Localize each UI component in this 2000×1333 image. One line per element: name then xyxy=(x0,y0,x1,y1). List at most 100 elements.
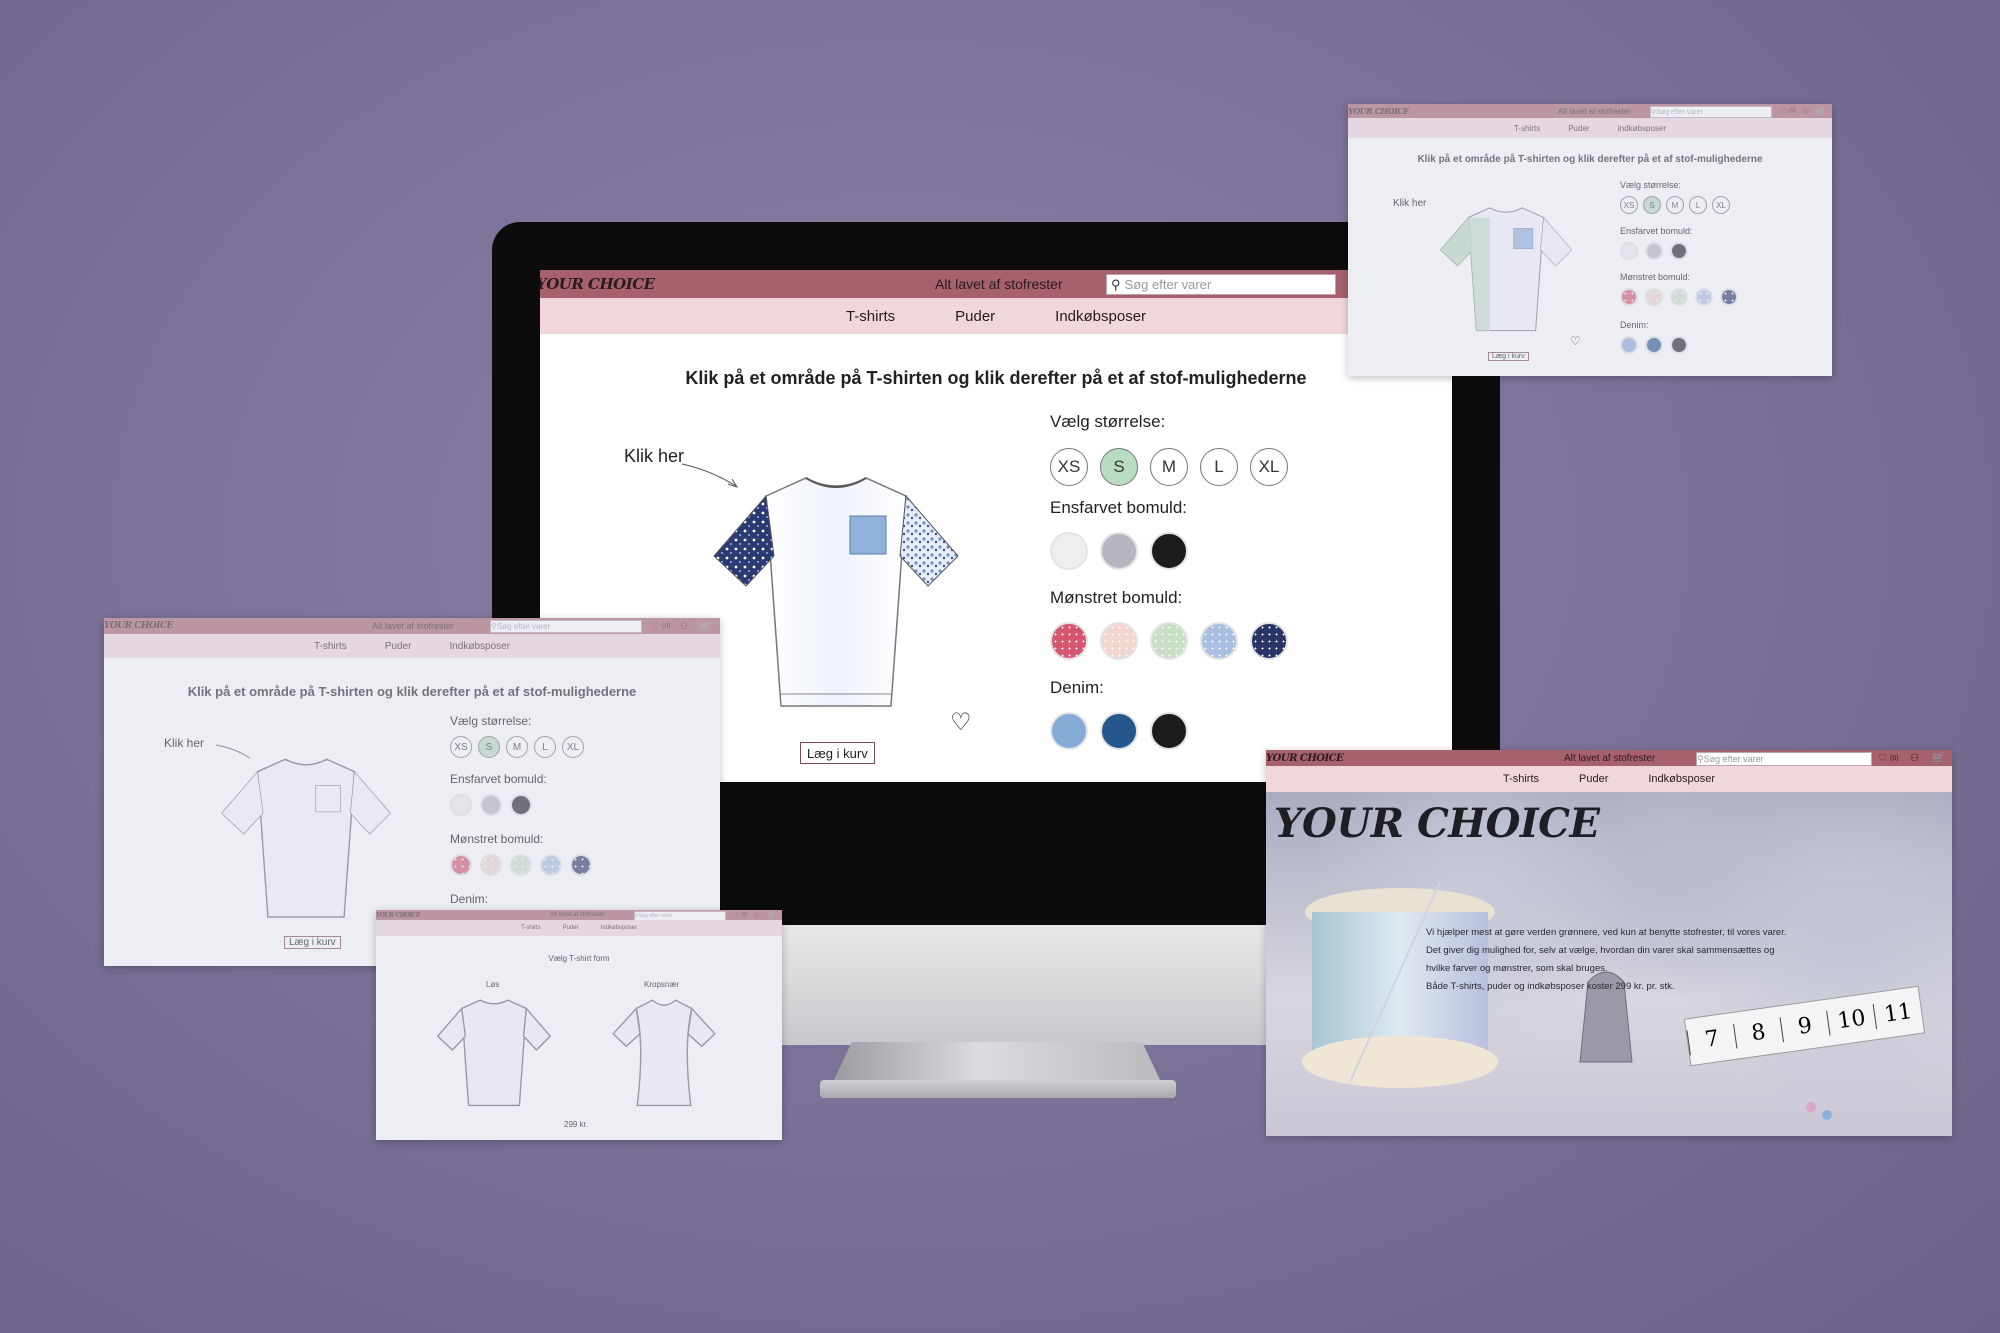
plain-fabric-swatch[interactable] xyxy=(480,794,502,816)
size-options: XS S M L XL xyxy=(1620,196,1730,214)
form-option-loose[interactable]: Løs xyxy=(486,980,499,989)
size-option-xs[interactable]: XS xyxy=(1620,196,1638,214)
pattern-fabric-swatch[interactable] xyxy=(510,854,532,876)
form-option-fitted[interactable]: Kropsnær xyxy=(644,980,679,989)
size-option-s[interactable]: S xyxy=(1100,448,1138,486)
denim-swatches xyxy=(1620,336,1688,354)
size-option-xs[interactable]: XS xyxy=(450,736,472,758)
size-option-m[interactable]: M xyxy=(1150,448,1188,486)
pattern-fabric-swatch[interactable] xyxy=(1645,288,1663,306)
add-to-cart-button: Læg i kurv xyxy=(284,936,341,949)
pin-head-icon xyxy=(1806,1102,1816,1112)
monitor-stand xyxy=(832,1042,1162,1084)
heart-icon: ♡ xyxy=(652,620,661,631)
denim-fabric-swatch[interactable] xyxy=(1620,336,1638,354)
search-input[interactable]: ⚲ Søg efter varer xyxy=(1106,274,1336,295)
cart-icon: 🛒 xyxy=(1816,106,1826,116)
pattern-fabric-swatch[interactable] xyxy=(1720,288,1738,306)
wishlist-heart-icon[interactable]: ♡ xyxy=(950,708,972,737)
size-label: Vælg størrelse: xyxy=(1050,412,1166,431)
size-option-m[interactable]: M xyxy=(1666,196,1684,214)
pattern-fabric-swatch[interactable] xyxy=(480,854,502,876)
nav-tshirts: T-shirts xyxy=(313,640,347,652)
tshirt-preview xyxy=(221,758,391,918)
pattern-fabric-swatch[interactable] xyxy=(1670,288,1688,306)
pattern-fabric-swatch[interactable] xyxy=(450,854,472,876)
logo: YOUR CHOICE xyxy=(1266,752,1344,764)
search-input[interactable]: ⚲ Søg efter varer xyxy=(1696,752,1872,766)
size-option-l[interactable]: L xyxy=(1200,448,1238,486)
pattern-fabric-swatch[interactable] xyxy=(1050,622,1088,660)
plain-label: Ensfarvet bomuld: xyxy=(1620,226,1693,236)
nav-puder: Puder xyxy=(562,925,579,931)
nav-indkobsposer: Indkøbsposer xyxy=(1648,773,1716,785)
plain-fabric-swatch[interactable] xyxy=(1620,242,1638,260)
nav-indkobsposer: Indkøbsposer xyxy=(449,640,511,652)
size-label: Vælg størrelse: xyxy=(1620,180,1682,190)
measuring-tape: 7 8 9 10 11 xyxy=(1683,985,1926,1067)
pattern-fabric-swatch[interactable] xyxy=(1250,622,1288,660)
pattern-label: Mønstret bomuld: xyxy=(450,832,544,846)
pattern-fabric-swatch[interactable] xyxy=(570,854,592,876)
wishlist-count: (0) xyxy=(1789,108,1797,114)
customizer-title: Klik på et område på T-shirten og klik d… xyxy=(187,684,637,699)
pattern-fabric-swatch[interactable] xyxy=(540,854,562,876)
search-input[interactable]: ⚲ Søg efter varer xyxy=(490,620,642,633)
plain-fabric-swatch[interactable] xyxy=(1050,532,1088,570)
plain-label: Ensfarvet bomuld: xyxy=(450,772,547,786)
search-placeholder: Søg efter varer xyxy=(1656,108,1703,116)
size-option-s[interactable]: S xyxy=(478,736,500,758)
size-label: Vælg størrelse: xyxy=(450,714,532,728)
denim-fabric-swatch[interactable] xyxy=(1100,712,1138,750)
size-option-s[interactable]: S xyxy=(1643,196,1661,214)
monitor-foot xyxy=(820,1080,1176,1098)
size-option-l[interactable]: L xyxy=(534,736,556,758)
denim-fabric-swatch[interactable] xyxy=(1150,712,1188,750)
cart-icon: 🛒 xyxy=(700,620,712,631)
search-input[interactable]: ⚲ Søg efter varer xyxy=(1650,106,1772,118)
size-option-xl[interactable]: XL xyxy=(562,736,584,758)
denim-fabric-swatch[interactable] xyxy=(1670,336,1688,354)
size-option-l[interactable]: L xyxy=(1689,196,1707,214)
size-option-xl[interactable]: XL xyxy=(1712,196,1730,214)
top-bar: YOUR CHOICE Alt lavet af stofrester ⚲ Sø… xyxy=(540,270,1452,298)
nav-tshirts: T-shirts xyxy=(520,925,541,931)
click-hint: Klik her xyxy=(1393,198,1427,209)
pattern-fabric-swatch[interactable] xyxy=(1150,622,1188,660)
plain-fabric-swatch[interactable] xyxy=(1645,242,1663,260)
tape-number: 10 xyxy=(1826,1003,1877,1036)
click-hint: Klik her xyxy=(624,446,685,466)
plain-fabric-swatch[interactable] xyxy=(1670,242,1688,260)
denim-fabric-swatch[interactable] xyxy=(1645,336,1663,354)
user-icon: ⚇ xyxy=(1910,752,1919,764)
pattern-fabric-swatch[interactable] xyxy=(1100,622,1138,660)
pattern-fabric-swatch[interactable] xyxy=(1620,288,1638,306)
size-option-m[interactable]: M xyxy=(506,736,528,758)
tape-number: 9 xyxy=(1779,1010,1830,1042)
add-to-cart-button[interactable]: Læg i kurv xyxy=(800,742,875,764)
customizer-title: Klik på et område på T-shirten og klik d… xyxy=(685,368,1307,388)
size-option-xl[interactable]: XL xyxy=(1250,448,1288,486)
search-placeholder: Søg efter varer xyxy=(1703,754,1764,764)
denim-fabric-swatch[interactable] xyxy=(1050,712,1088,750)
pattern-fabric-swatch[interactable] xyxy=(1695,288,1713,306)
pattern-fabric-swatch[interactable] xyxy=(1200,622,1238,660)
logo[interactable]: YOUR CHOICE xyxy=(540,275,655,293)
plain-fabric-swatch[interactable] xyxy=(1100,532,1138,570)
nav-puder[interactable]: Puder xyxy=(955,308,995,325)
plain-swatches xyxy=(450,794,532,816)
tshirt-preview[interactable] xyxy=(706,456,966,716)
nav-tshirts[interactable]: T-shirts xyxy=(846,308,895,325)
plain-fabric-swatch[interactable] xyxy=(1150,532,1188,570)
form-title: Vælg T-shirt form xyxy=(548,954,610,963)
nav-indkobsposer[interactable]: Indkøbsposer xyxy=(1055,308,1146,325)
pin-head-icon xyxy=(1822,1110,1832,1120)
paragraph-line: hvilke farver og mønstrer, som skal brug… xyxy=(1426,963,1608,974)
plain-fabric-swatch[interactable] xyxy=(450,794,472,816)
tshirt-loose-preview[interactable] xyxy=(434,990,554,1110)
pattern-label: Mønstret bomuld: xyxy=(1050,588,1183,607)
size-option-xs[interactable]: XS xyxy=(1050,448,1088,486)
plain-fabric-swatch[interactable] xyxy=(510,794,532,816)
preview-pane-form: YOUR CHOICE Alt lavet af stofrester ⚲ Søg… xyxy=(376,910,782,1140)
tshirt-fitted-preview[interactable] xyxy=(604,990,724,1110)
